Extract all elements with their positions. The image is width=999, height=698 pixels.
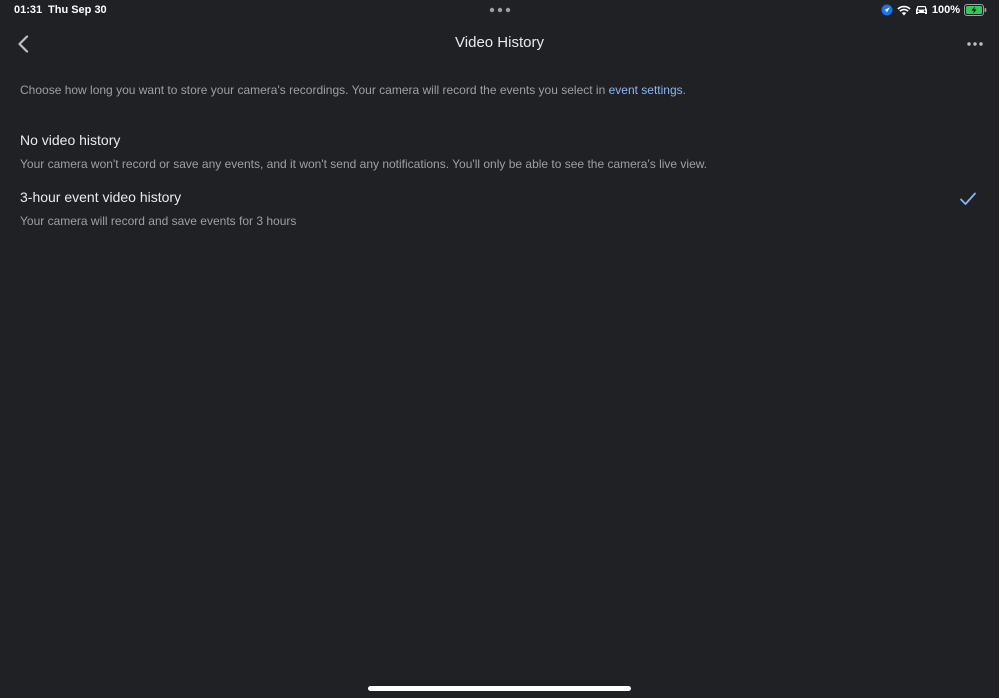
event-settings-link[interactable]: event settings — [609, 83, 683, 97]
location-icon — [881, 4, 893, 16]
intro-suffix: . — [682, 83, 686, 97]
intro-text: Choose how long you want to store your c… — [20, 82, 979, 98]
intro-body: Choose how long you want to store your c… — [20, 83, 609, 97]
option-description: Your camera won't record or save any eve… — [20, 157, 708, 171]
battery-charging-icon — [964, 4, 987, 16]
more-options-button[interactable] — [963, 34, 987, 54]
status-bar: 01:31 Thu Sep 30 100% — [0, 0, 999, 22]
app-bar: Video History — [0, 22, 999, 66]
option-3-hour-history[interactable]: 3-hour event video history Your camera w… — [0, 182, 999, 234]
option-title: No video history — [20, 132, 121, 148]
status-date: Thu Sep 30 — [48, 4, 107, 16]
screen: 01:31 Thu Sep 30 100% Video History Choo… — [0, 0, 999, 698]
multitasking-dots-icon[interactable] — [489, 6, 511, 14]
page-title: Video History — [455, 34, 544, 51]
car-icon — [915, 6, 927, 14]
option-title: 3-hour event video history — [20, 189, 182, 205]
option-description: Your camera will record and save events … — [20, 214, 297, 228]
more-horizontal-icon — [967, 42, 983, 46]
status-time: 01:31 — [14, 4, 43, 16]
battery-percent: 100% — [931, 4, 960, 16]
wifi-icon — [897, 5, 911, 15]
status-indicators: 100% — [881, 3, 987, 17]
option-no-video-history[interactable]: No video history Your camera won't recor… — [0, 126, 999, 178]
home-indicator[interactable] — [368, 686, 631, 691]
checkmark-icon — [960, 192, 976, 205]
